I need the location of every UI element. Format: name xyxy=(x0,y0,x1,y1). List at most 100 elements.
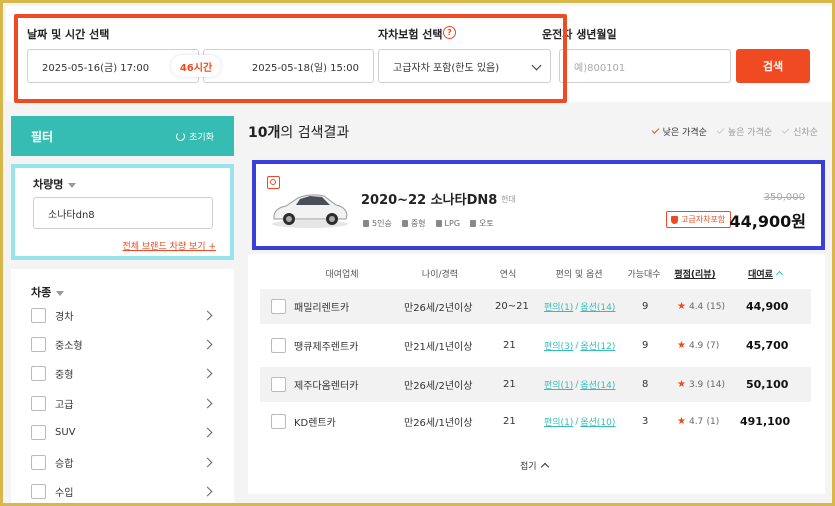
spec-label: 5인승 xyxy=(372,219,392,228)
spec-label: 오토 xyxy=(479,219,494,228)
col-fee[interactable]: 대여료 xyxy=(735,267,795,280)
checkbox[interactable] xyxy=(271,299,286,314)
search-bar: 날짜 및 시간 선택 2025-05-16(금) 17:00 2025-05-1… xyxy=(6,6,832,103)
insurance-select[interactable]: 고급자차 포함(한도 있음) xyxy=(378,49,551,83)
sort-options: 낮은 가격순 높은 가격순 신차순 xyxy=(651,125,818,138)
options-link[interactable]: 옵션(14) xyxy=(580,378,615,391)
datetime-label: 날짜 및 시간 선택 xyxy=(27,28,110,41)
model-year: 21 xyxy=(503,416,516,427)
refresh-icon xyxy=(176,131,186,141)
car-result-card[interactable]: 2020~22 소나타DN8 현대 5인승 중형 LPG 오토 350,000 … xyxy=(252,160,825,250)
insurance-badge: 고급자차포함 xyxy=(666,211,732,228)
results-count-suffix: 의 검색결과 xyxy=(280,125,350,141)
help-icon[interactable]: ? xyxy=(443,26,456,39)
class-item-midsize[interactable]: 중형 xyxy=(31,363,213,383)
company-name: KD렌트카 xyxy=(294,418,336,429)
spec-class: 중형 xyxy=(401,218,426,229)
checkbox[interactable] xyxy=(31,307,46,323)
class-item-small-mid[interactable]: 중소형 xyxy=(31,334,213,354)
age-requirement: 만26세/1년이상 xyxy=(404,418,473,429)
separator: / xyxy=(575,301,579,312)
star-icon: ★ xyxy=(677,379,686,390)
caret-down-icon xyxy=(68,182,77,188)
star-icon: ★ xyxy=(677,416,686,427)
class-item-compact[interactable]: 경차 xyxy=(31,305,213,325)
car-name-input[interactable]: 소나타dn8 xyxy=(33,197,213,229)
checkbox[interactable] xyxy=(31,483,46,499)
reset-label: 초기화 xyxy=(189,132,214,143)
chevron-right-icon xyxy=(202,486,213,496)
sort-label: 높은 가격순 xyxy=(727,128,773,138)
company-name: 땡큐제주렌트카 xyxy=(294,342,359,353)
car-class-title[interactable]: 차종 xyxy=(31,284,65,300)
collapse-button[interactable]: 접기 xyxy=(520,459,549,472)
collapse-label: 접기 xyxy=(520,462,537,472)
convenience-link[interactable]: 편의(1) xyxy=(544,378,573,391)
options-link[interactable]: 옵션(10) xyxy=(580,415,615,428)
convenience-link[interactable]: 편의(3) xyxy=(544,339,573,352)
table-row[interactable]: KD렌트카 만26세/1년이상 21 편의(1) / 옵션(10) 3 ★ 4.7 (… xyxy=(260,404,811,439)
reset-button[interactable]: 초기화 xyxy=(176,130,214,143)
birthdate-input[interactable]: 예)800101 xyxy=(559,49,731,83)
insurance-badge-label: 고급자차포함 xyxy=(681,215,726,224)
table-row[interactable]: 패밀리렌트카 만26세/2년이상 20~21 편의(1) / 옵션(14) 9 ★ 4… xyxy=(260,289,811,324)
company-table: 대여업체 나이/경력 연식 편의 및 옵션 가능대수 평점(리뷰) 대여료 패밀… xyxy=(248,254,825,494)
class-label: 경차 xyxy=(55,311,74,323)
age-requirement: 만26세/2년이상 xyxy=(404,381,473,392)
original-price: 350,000 xyxy=(763,192,805,203)
check-icon xyxy=(781,126,790,134)
company-name: 패밀리렌트카 xyxy=(294,303,350,314)
car-icon xyxy=(401,220,408,227)
class-item-import[interactable]: 수입 xyxy=(31,481,213,501)
results-count: 10개의 검색결과 xyxy=(248,122,349,142)
options-link[interactable]: 옵션(14) xyxy=(580,300,615,313)
spec-label: 중형 xyxy=(410,219,426,228)
available-count: 9 xyxy=(642,301,649,312)
rental-fee: 491,100 xyxy=(740,415,791,428)
review-count: (15) xyxy=(706,301,725,312)
class-item-suv[interactable]: SUV xyxy=(31,422,213,442)
chevron-right-icon xyxy=(202,398,213,408)
chevron-right-icon xyxy=(202,368,213,378)
rating-value: 4.9 xyxy=(688,340,704,351)
review-count: (7) xyxy=(706,340,720,351)
checkbox[interactable] xyxy=(271,377,286,392)
review-count: (14) xyxy=(706,379,725,390)
checkbox[interactable] xyxy=(271,414,286,429)
checkbox[interactable] xyxy=(31,336,46,352)
rental-fee: 45,700 xyxy=(746,339,789,352)
check-icon xyxy=(716,126,725,134)
sort-low-price[interactable]: 낮은 가격순 xyxy=(651,125,707,138)
all-brands-link[interactable]: 전체 브랜드 차량 보기 + xyxy=(122,239,216,252)
model-year: 21 xyxy=(503,340,516,351)
results-count-number: 10개 xyxy=(248,125,281,141)
sort-newest[interactable]: 신차순 xyxy=(781,125,818,138)
class-item-luxury[interactable]: 고급 xyxy=(31,393,213,413)
person-icon xyxy=(363,220,369,227)
car-name-title[interactable]: 차량명 xyxy=(33,176,77,192)
gear-shift-icon xyxy=(470,220,477,227)
search-button[interactable]: 검색 xyxy=(736,49,810,83)
checkbox[interactable] xyxy=(271,338,286,353)
car-name-title-label: 차량명 xyxy=(33,178,64,191)
checkbox[interactable] xyxy=(31,454,46,470)
car-image xyxy=(272,194,348,228)
chevron-right-icon xyxy=(202,427,213,437)
options-link[interactable]: 옵션(12) xyxy=(580,339,615,352)
rental-price: 44,900원 xyxy=(729,212,806,231)
checkbox[interactable] xyxy=(31,365,46,381)
col-rating[interactable]: 평점(리뷰) xyxy=(670,267,720,280)
table-row[interactable]: 땡큐제주렌트카 만21세/1년이상 21 편의(3) / 옵션(12) 9 ★ 4.9… xyxy=(260,328,811,363)
spec-transmission: 오토 xyxy=(470,218,494,229)
sort-high-price[interactable]: 높은 가격순 xyxy=(716,125,773,138)
convenience-link[interactable]: 편의(1) xyxy=(544,300,573,313)
car-model-name: 2020~22 소나타DN8 xyxy=(361,193,498,208)
class-item-van[interactable]: 승합 xyxy=(31,452,213,472)
car-specs: 5인승 중형 LPG 오토 xyxy=(363,218,494,229)
checkbox[interactable] xyxy=(31,395,46,411)
checkbox[interactable] xyxy=(31,424,46,440)
rental-fee: 50,100 xyxy=(746,378,789,391)
return-datetime-field[interactable]: 2025-05-18(일) 15:00 xyxy=(203,49,374,83)
table-row[interactable]: 제주다옴렌터카 만26세/2년이상 21 편의(1) / 옵션(14) 8 ★ 3.9… xyxy=(260,367,811,402)
convenience-link[interactable]: 편의(1) xyxy=(544,415,573,428)
